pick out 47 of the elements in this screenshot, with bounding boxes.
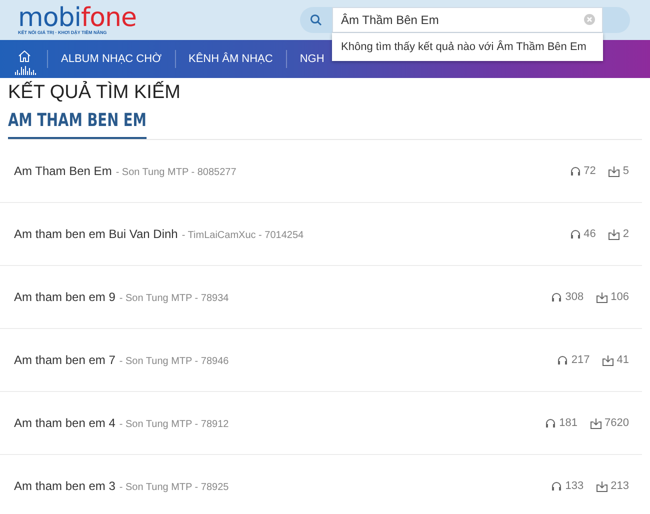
listen-count: 181: [559, 417, 578, 429]
song-meta: - TimLaiCamXuc - 7014254: [182, 230, 304, 241]
song-meta: - Son Tung MTP - 78912: [119, 419, 229, 430]
song-meta: - Son Tung MTP - 8085277: [116, 167, 236, 178]
song-title[interactable]: Am tham ben em Bui Van Dinh: [14, 227, 178, 241]
download-count: 5: [622, 165, 629, 177]
headphones-icon: [570, 229, 581, 239]
download-icon: [590, 418, 602, 428]
song-meta: - Son Tung MTP - 78925: [119, 482, 229, 493]
nav-item[interactable]: NGH: [286, 50, 324, 68]
download-icon: [608, 228, 620, 240]
download-count: 213: [610, 480, 629, 492]
song-meta: - Son Tung MTP - 78934: [119, 293, 229, 304]
download-count: 2: [622, 228, 629, 240]
query-heading: AM THAM BEN EM: [8, 110, 146, 139]
download-count: 41: [616, 354, 629, 366]
equalizer-icon: [15, 65, 37, 75]
download-icon: [596, 480, 608, 492]
listen-count: 133: [565, 480, 584, 492]
page-title: KẾT QUẢ TÌM KIẾM: [8, 82, 182, 104]
listen-count: 46: [584, 228, 596, 240]
search-icon[interactable]: [310, 14, 322, 26]
search-suggestion-menu[interactable]: Không tìm thấy kết quả nào với Âm Thầm Bên Em: [332, 33, 603, 61]
headphones-icon: [551, 481, 562, 491]
song-title[interactable]: Am tham ben em 3: [14, 479, 116, 493]
song-title[interactable]: Am tham ben em 4: [14, 416, 116, 430]
song-title[interactable]: Am tham ben em 7: [14, 353, 116, 367]
download-count: 106: [610, 291, 629, 303]
headphones-icon: [557, 355, 568, 365]
logo[interactable]: mobifone: [18, 6, 137, 30]
listen-count: 308: [565, 291, 584, 303]
headphones-icon: [570, 166, 581, 176]
download-icon: [602, 354, 614, 366]
song-title[interactable]: Am Tham Ben Em: [14, 164, 112, 178]
nav-item[interactable]: KÊNH ÂM NHẠC: [174, 50, 286, 68]
headphones-icon: [545, 418, 556, 428]
song-title[interactable]: Am tham ben em 9: [14, 290, 116, 304]
nav-item[interactable]: ALBUM NHẠC CHỜ: [47, 50, 174, 68]
search-field[interactable]: Âm Thầm Bên Em: [332, 7, 603, 33]
download-icon: [608, 166, 620, 176]
home-icon: [18, 50, 31, 62]
listen-count: 72: [584, 165, 596, 177]
song-meta: - Son Tung MTP - 78946: [119, 356, 229, 367]
download-icon: [596, 292, 608, 302]
headphones-icon: [551, 292, 562, 302]
download-count: 7620: [604, 417, 629, 429]
listen-count: 217: [571, 354, 590, 366]
